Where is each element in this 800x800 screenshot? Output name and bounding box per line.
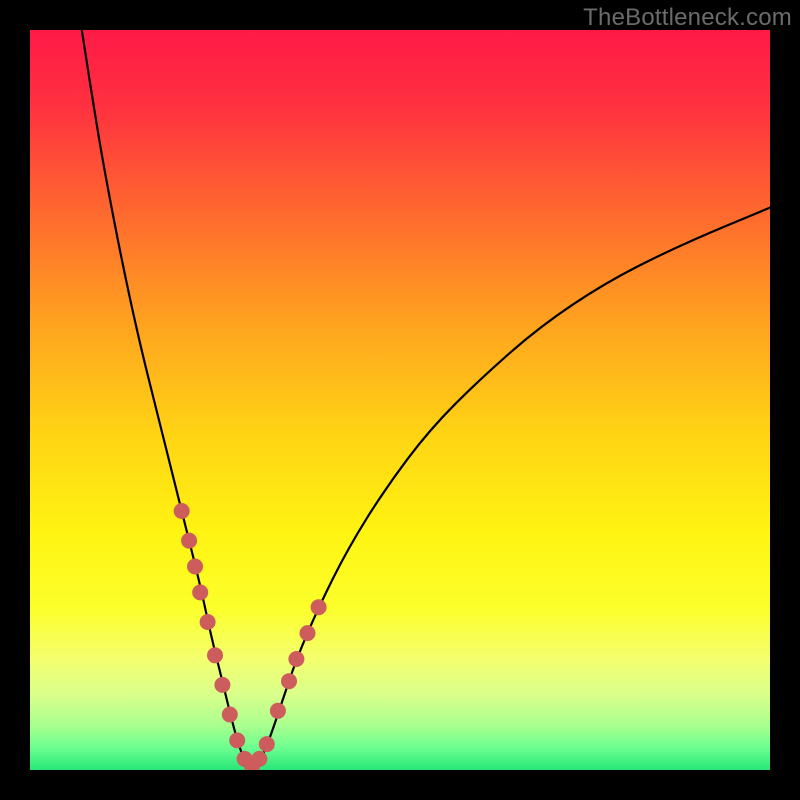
highlight-dot (207, 647, 223, 663)
bottleneck-curve (82, 30, 770, 768)
highlight-dot (214, 677, 230, 693)
highlight-dot (181, 533, 197, 549)
highlight-dot (311, 599, 327, 615)
highlight-dot (200, 614, 216, 630)
highlight-dot (259, 736, 275, 752)
highlight-dots-group (174, 503, 327, 770)
highlight-dot (222, 707, 238, 723)
highlight-dot (174, 503, 190, 519)
highlight-dot (288, 651, 304, 667)
highlight-dot (270, 703, 286, 719)
highlight-dot (251, 751, 267, 767)
highlight-dot (229, 732, 245, 748)
watermark-text: TheBottleneck.com (583, 4, 792, 32)
highlight-dot (192, 584, 208, 600)
highlight-dot (300, 625, 316, 641)
chart-frame: TheBottleneck.com (0, 0, 800, 800)
highlight-dot (187, 559, 203, 575)
curve-layer (30, 30, 770, 770)
highlight-dot (281, 673, 297, 689)
plot-area (30, 30, 770, 770)
